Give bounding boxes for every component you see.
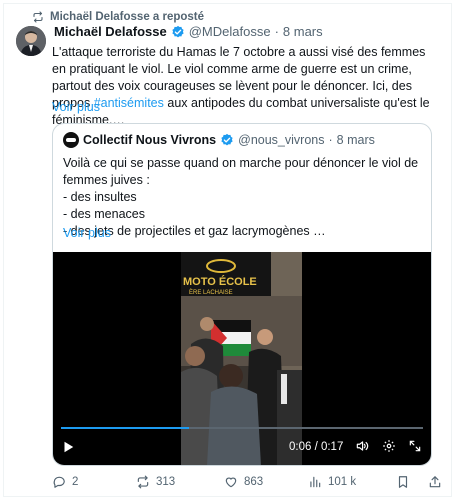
heart-icon — [225, 477, 237, 488]
author-handle[interactable]: @MDelafosse — [189, 24, 271, 39]
quoted-tweet[interactable]: Collectif Nous Vivrons @nous_vivrons · 8… — [52, 123, 432, 466]
repost-button[interactable]: 313 — [136, 475, 175, 489]
tweet-actions: 2 313 863 101 k — [52, 475, 444, 491]
reply-count: 2 — [72, 476, 79, 488]
like-count: 863 — [244, 476, 264, 488]
like-button[interactable]: 863 — [224, 475, 263, 489]
video-progress-bar[interactable] — [61, 427, 423, 429]
tweet-card[interactable]: Michaël Delafosse a reposté Michaël Dela… — [3, 3, 452, 497]
quote-text-line: - des jets de projectiles et gaz lacrymo… — [63, 224, 326, 238]
quote-text-line: femmes juives : — [63, 173, 150, 187]
play-icon[interactable] — [61, 440, 75, 454]
video-player[interactable]: MOTO ÉCOLE ÈRE LACHAISE 0:06 / 0:17 — [53, 252, 431, 465]
share-button[interactable] — [428, 475, 442, 489]
tweet-header: Michaël Delafosse @MDelafosse · 8 mars — [54, 24, 323, 39]
tweet-date[interactable]: 8 mars — [283, 24, 323, 39]
separator-dot: · — [274, 24, 279, 39]
quote-author-name[interactable]: Collectif Nous Vivrons — [83, 133, 216, 147]
quote-author-handle[interactable]: @nous_vivrons — [238, 133, 324, 147]
views-button[interactable]: 101 k — [308, 475, 356, 489]
avatar[interactable] — [16, 26, 46, 56]
views-chart-icon — [310, 476, 321, 488]
verified-badge-icon — [172, 25, 184, 37]
quote-text-line: Voilà ce qui se passe quand on marche po… — [63, 156, 419, 170]
quote-text: Voilà ce qui se passe quand on marche po… — [63, 155, 423, 240]
repost-icon — [33, 11, 43, 23]
video-progress-fill — [61, 427, 189, 429]
quote-date[interactable]: 8 mars — [337, 133, 375, 147]
tweet-text: L'attaque terroriste du Hamas le 7 octob… — [52, 44, 442, 129]
quote-header: Collectif Nous Vivrons @nous_vivrons · 8… — [63, 132, 375, 148]
separator-dot: · — [328, 133, 333, 147]
sign-text: MOTO ÉCOLE — [183, 275, 257, 288]
sign-subtext: ÈRE LACHAISE — [189, 289, 233, 296]
show-more-link[interactable]: Voir plus — [52, 100, 100, 114]
video-frame: MOTO ÉCOLE ÈRE LACHAISE — [181, 252, 302, 465]
reply-icon — [53, 476, 65, 488]
bookmark-button[interactable] — [396, 475, 410, 489]
quote-show-more-link[interactable]: Voir plus — [63, 226, 111, 240]
share-icon — [429, 476, 441, 488]
quote-text-line: - des insultes — [63, 190, 137, 204]
repost-icon — [137, 475, 149, 489]
quote-text-line: - des menaces — [63, 207, 145, 221]
repost-count: 313 — [156, 476, 176, 488]
author-name[interactable]: Michaël Delafosse — [54, 24, 167, 39]
settings-gear-icon[interactable] — [382, 439, 396, 453]
quote-avatar[interactable] — [63, 132, 79, 148]
hashtag-link[interactable]: #antisémites — [94, 96, 164, 110]
volume-icon[interactable] — [355, 439, 369, 453]
repost-indicator[interactable]: Michaël Delafosse a reposté — [32, 10, 204, 24]
repost-label: Michaël Delafosse a reposté — [50, 11, 205, 23]
verified-badge-icon — [221, 133, 233, 146]
video-time: 0:06 / 0:17 — [289, 441, 344, 453]
fullscreen-icon[interactable] — [408, 439, 422, 453]
bookmark-icon — [398, 476, 408, 488]
view-count: 101 k — [328, 476, 357, 488]
reply-button[interactable]: 2 — [52, 475, 78, 489]
